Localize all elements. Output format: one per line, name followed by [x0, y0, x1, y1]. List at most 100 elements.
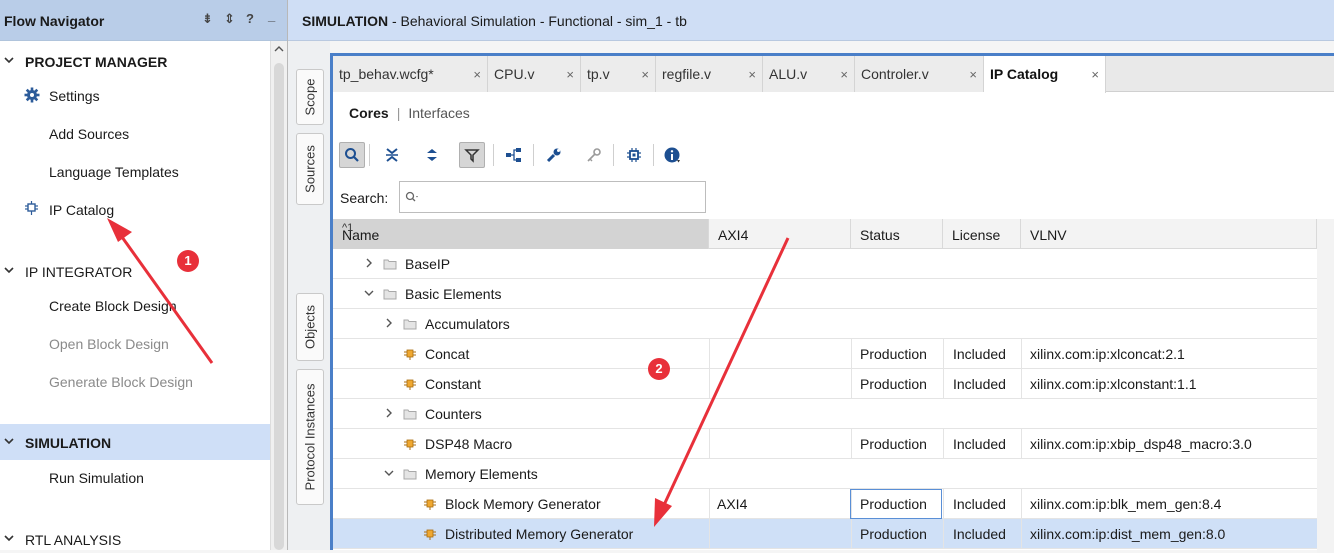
nav-item-label: Open Block Design [49, 336, 169, 352]
chevron-right-icon[interactable] [383, 407, 395, 419]
chevron-down-icon[interactable] [383, 467, 395, 479]
side-tab-scope[interactable]: Scope [296, 69, 324, 125]
column-header-license[interactable]: License [943, 219, 1021, 249]
cell-status: Production [860, 436, 927, 452]
close-icon[interactable]: × [748, 67, 756, 82]
tab-label: regfile.v [662, 66, 712, 82]
nav-item-language-templates[interactable]: Language Templates [0, 153, 270, 189]
tab-alu-v[interactable]: ALU.v × [763, 56, 855, 92]
nav-item-run-simulation[interactable]: Run Simulation [0, 459, 270, 495]
tab-ip-catalog[interactable]: IP Catalog × [984, 56, 1106, 93]
row-name: Distributed Memory Generator [445, 526, 634, 542]
chevron-down-icon[interactable] [2, 434, 16, 448]
chevron-down-icon[interactable] [2, 263, 16, 277]
table-row[interactable]: Counters [333, 399, 1317, 429]
side-tab-sources[interactable]: Sources [296, 133, 324, 205]
collapse-all-icon[interactable]: ⇟ [202, 11, 213, 27]
minimize-icon[interactable]: _ [268, 8, 275, 23]
cell-status: Production [860, 526, 927, 542]
expand-all-button[interactable] [419, 142, 445, 168]
flow-navigator-scrollbar[interactable] [270, 41, 287, 550]
collapse-all-button[interactable] [379, 142, 405, 168]
expand-all-icon[interactable]: ⇕ [224, 11, 235, 27]
table-row[interactable]: BaseIP [333, 249, 1317, 279]
column-header-status[interactable]: Status [851, 219, 943, 249]
table-row[interactable]: Constant Production Included xilinx.com:ip:… [333, 369, 1317, 399]
nav-section-label: IP INTEGRATOR [25, 264, 133, 280]
side-tab-protocol-instances[interactable]: Protocol Instances [296, 369, 324, 505]
close-icon[interactable]: × [1091, 67, 1099, 82]
folder-icon [403, 409, 417, 420]
key-icon [587, 148, 601, 162]
filter-button[interactable] [459, 142, 485, 168]
chevron-right-icon[interactable] [383, 317, 395, 329]
nav-item-add-sources[interactable]: Add Sources [0, 115, 270, 151]
side-tab-objects[interactable]: Objects [296, 293, 324, 361]
column-header-name[interactable]: Name ^1 [333, 219, 709, 249]
column-divider [1021, 429, 1022, 459]
gear-icon [24, 87, 40, 103]
subtab-interfaces[interactable]: Interfaces [408, 105, 469, 121]
subtab-cores[interactable]: Cores [349, 105, 389, 121]
page-title-bold: SIMULATION [302, 13, 389, 29]
ip-settings-button[interactable] [621, 142, 647, 168]
close-icon[interactable]: × [566, 67, 574, 82]
page-title: SIMULATION - Behavioral Simulation - Fun… [302, 13, 687, 29]
column-divider [851, 369, 852, 399]
nav-section-simulation[interactable]: SIMULATION [0, 424, 270, 460]
column-header-vlnv[interactable]: VLNV [1021, 219, 1317, 249]
info-button[interactable] [659, 142, 685, 168]
table-row[interactable]: DSP48 Macro Production Included xilinx.com:… [333, 429, 1317, 459]
tab-controler-v[interactable]: Controler.v × [855, 56, 984, 92]
toolbar-separator [369, 144, 370, 166]
table-row[interactable]: Basic Elements [333, 279, 1317, 309]
page-title-rest: - Behavioral Simulation - Functional - s… [388, 13, 687, 29]
column-header-axi4[interactable]: AXI4 [709, 219, 851, 249]
search-input[interactable] [422, 187, 702, 207]
tab-tp-v[interactable]: tp.v × [581, 56, 656, 92]
license-button[interactable] [581, 142, 607, 168]
ip-catalog-table: Name ^1 AXI4 Status License VLNV BaseIP B… [333, 219, 1317, 553]
table-row[interactable]: Accumulators [333, 309, 1317, 339]
close-icon[interactable]: × [641, 67, 649, 82]
nav-item-settings[interactable]: Settings [0, 77, 270, 113]
search-field[interactable] [399, 181, 706, 213]
scroll-up-icon[interactable] [274, 44, 284, 54]
close-icon[interactable]: × [473, 67, 481, 82]
chevron-down-icon[interactable] [363, 287, 375, 299]
flow-navigator-title: Flow Navigator [4, 13, 105, 29]
cell-vlnv: xilinx.com:ip:xbip_dsp48_macro:3.0 [1030, 436, 1252, 452]
column-divider [709, 489, 710, 519]
table-row[interactable]: Concat Production Included xilinx.com:ip:xl… [333, 339, 1317, 369]
chevron-down-icon[interactable] [2, 53, 16, 67]
row-name: Accumulators [425, 316, 510, 332]
side-tab-strip: Scope Sources Objects Protocol Instances [288, 41, 330, 550]
tab-regfile-v[interactable]: regfile.v × [656, 56, 763, 92]
table-row[interactable]: Block Memory Generator AXI4 Production Incl… [333, 489, 1317, 519]
nav-section-project-manager[interactable]: PROJECT MANAGER [0, 43, 270, 79]
table-row[interactable]: Memory Elements [333, 459, 1317, 489]
row-name: Counters [425, 406, 482, 422]
close-icon[interactable]: × [969, 67, 977, 82]
nav-section-ip-integrator[interactable]: IP INTEGRATOR [0, 253, 270, 289]
nav-item-open-block-design[interactable]: Open Block Design [0, 325, 270, 361]
nav-item-generate-block-design[interactable]: Generate Block Design [0, 363, 270, 399]
scrollbar-thumb[interactable] [274, 63, 284, 550]
subtab-separator: | [396, 105, 401, 121]
search-toggle-button[interactable] [339, 142, 365, 168]
chevron-down-icon[interactable] [2, 531, 16, 545]
chevron-right-icon[interactable] [363, 257, 375, 269]
hierarchy-view-button[interactable] [501, 142, 527, 168]
nav-item-ip-catalog[interactable]: IP Catalog [0, 191, 270, 227]
column-divider [943, 489, 944, 519]
customize-ip-button[interactable] [541, 142, 567, 168]
close-icon[interactable]: × [840, 67, 848, 82]
tab-tp-behav-wcfg[interactable]: tp_behav.wcfg* × [333, 56, 488, 92]
nav-item-create-block-design[interactable]: Create Block Design [0, 287, 270, 323]
table-scrollbar[interactable] [1317, 219, 1334, 553]
help-icon[interactable]: ? [246, 11, 254, 26]
tab-cpu-v[interactable]: CPU.v × [488, 56, 581, 92]
nav-section-rtl-analysis[interactable]: RTL ANALYSIS [0, 521, 270, 550]
table-row[interactable]: Distributed Memory Generator Production In… [333, 519, 1317, 549]
row-name: Basic Elements [405, 286, 502, 302]
